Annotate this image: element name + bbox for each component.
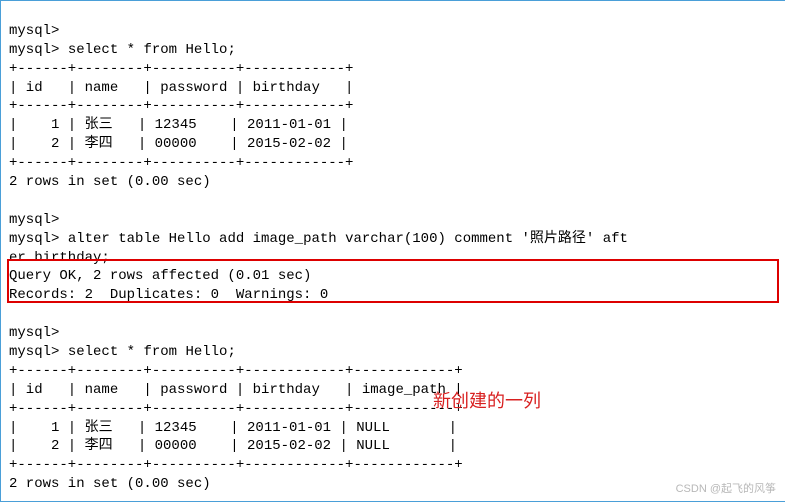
result-line: Query OK, 2 rows affected (0.01 sec)	[9, 268, 311, 284]
table-border: +------+--------+----------+------------…	[9, 363, 463, 379]
query-line: mysql> select * from Hello;	[9, 344, 236, 360]
table-row: | 1 | 张三 | 12345 | 2011-01-01 |	[9, 117, 348, 133]
table-row: | 2 | 李四 | 00000 | 2015-02-02 | NULL |	[9, 438, 457, 454]
result-line: Records: 2 Duplicates: 0 Warnings: 0	[9, 287, 328, 303]
alter-query-line: er birthday;	[9, 250, 110, 266]
table-border: +------+--------+----------+------------…	[9, 61, 353, 77]
result-line: 2 rows in set (0.00 sec)	[9, 174, 211, 190]
watermark: CSDN @起飞的风筝	[676, 480, 776, 496]
table-header: | id | name | password | birthday | imag…	[9, 382, 463, 398]
result-line: 2 rows in set (0.00 sec)	[9, 476, 211, 492]
table-border: +------+--------+----------+------------…	[9, 401, 463, 417]
prompt-line: mysql>	[9, 325, 59, 341]
table-border: +------+--------+----------+------------…	[9, 155, 353, 171]
table-border: +------+--------+----------+------------…	[9, 457, 463, 473]
table-border: +------+--------+----------+------------…	[9, 98, 353, 114]
prompt-line: mysql>	[9, 212, 59, 228]
table-header: | id | name | password | birthday |	[9, 80, 353, 96]
table-row: | 2 | 李四 | 00000 | 2015-02-02 |	[9, 136, 348, 152]
query-line: mysql> select * from Hello;	[9, 42, 236, 58]
mysql-terminal[interactable]: mysql> mysql> select * from Hello; +----…	[1, 1, 785, 496]
prompt-line: mysql>	[9, 23, 59, 39]
alter-query-line: mysql> alter table Hello add image_path …	[9, 231, 628, 247]
table-row: | 1 | 张三 | 12345 | 2011-01-01 | NULL |	[9, 420, 457, 436]
